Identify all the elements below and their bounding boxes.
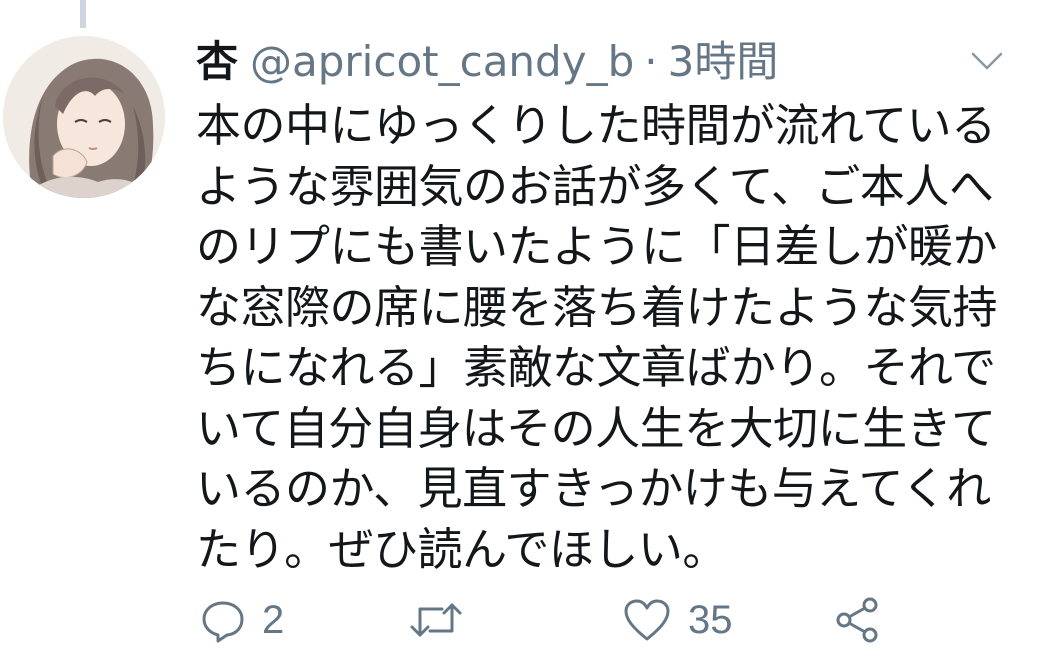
avatar[interactable] — [3, 36, 165, 198]
retweet-icon — [408, 597, 464, 643]
timestamp[interactable]: 3時間 — [668, 36, 779, 88]
thread-connector-line — [80, 0, 86, 28]
tweet-text-line: いて自分自身はその人生を大切に生きて — [196, 401, 996, 455]
tweet-text-line: たり。ぜひ読んでほしい。 — [196, 522, 727, 576]
reply-button[interactable]: 2 — [200, 590, 284, 650]
tweet-body: 本の中にゆっくりした時間が流れている ような雰囲気のお話が多くて、ご本人へ のリ… — [196, 96, 1016, 580]
tweet-header: 杏 @apricot_candy_b · 3時間 — [196, 36, 778, 88]
like-button[interactable]: 35 — [622, 590, 733, 650]
separator-dot: · — [644, 37, 658, 86]
avatar-illustration — [3, 36, 165, 198]
like-count: 35 — [688, 597, 733, 642]
tweet-text-line: のリプにも書いたように「日差しが暖か — [196, 220, 998, 273]
share-icon — [832, 595, 882, 645]
tweet-actions: 2 35 — [0, 590, 1048, 650]
tweet-text-line: ような雰囲気のお話が多くて、ご本人へ — [196, 159, 994, 213]
tweet-text-line: な窓際の席に腰を落ち着けたような気持 — [196, 280, 998, 334]
retweet-button[interactable] — [408, 590, 480, 650]
chevron-down-icon[interactable] — [970, 48, 1004, 74]
user-handle[interactable]: @apricot_candy_b — [250, 36, 634, 88]
tweet-text-line: 本の中にゆっくりした時間が流れている — [196, 99, 996, 152]
heart-icon — [622, 597, 672, 643]
reply-count: 2 — [262, 597, 285, 642]
reply-icon — [200, 597, 246, 643]
tweet-text-line: いるのか、見直すきっかけも与えてくれ — [196, 462, 991, 515]
display-name[interactable]: 杏 — [196, 36, 238, 88]
share-button[interactable] — [832, 590, 882, 650]
tweet-text-line: ちになれる」素敵な文章ばかり。それで — [196, 341, 996, 394]
